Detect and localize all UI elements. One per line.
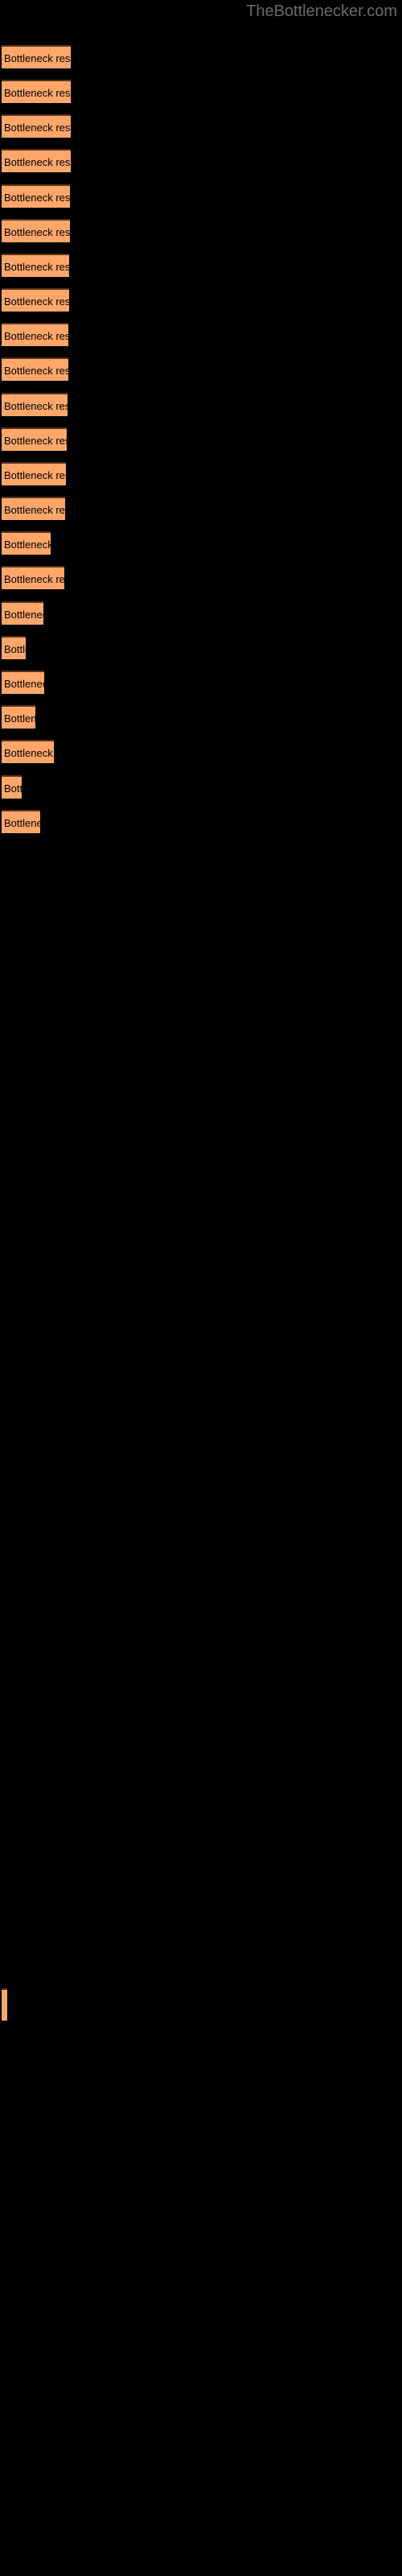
bar-row: Bottleneck result [0,775,402,799]
bar-label: Bottleneck result [4,504,65,516]
bar-bottleneck-result: Bottleneck result [2,810,40,833]
bar-row: Bottleneck result [0,705,402,729]
bar-bottleneck-result: Bottleneck result [2,219,70,242]
bar-label: Bottleneck result [4,573,64,585]
bar-bottleneck-result: Bottleneck result [2,462,66,485]
bar-row: Bottleneck result [0,427,402,451]
bar-bottleneck-result: Bottleneck result [2,288,69,312]
bar-bottleneck-result: Bottleneck result [2,636,26,659]
bar-row: Bottleneck result [0,810,402,833]
bar-row: Bottleneck result [0,462,402,485]
bar-bottleneck-result: Bottleneck result [2,705,35,729]
bar-row: Bottleneck result [0,219,402,242]
bar-bottleneck-result: Bottleneck result [2,114,71,138]
bar-label: Bottleneck result [4,539,51,551]
bar-row: Bottleneck result [0,149,402,172]
bar-bottleneck-result: Bottleneck result [2,566,64,589]
bar-row: Bottleneck result [0,254,402,277]
bar-bottleneck-result: Bottleneck result [2,184,70,208]
bar-label: Bottleneck result [4,295,69,308]
bar-bottleneck-result: Bottleneck result [2,671,44,694]
bar-bottleneck-result: Bottleneck result [2,323,68,346]
plot-area: Bottleneck result Bottleneck result Bottle… [0,0,402,2576]
bar-row: Bottleneck result [0,566,402,589]
bar-bottleneck-result: Bottleneck result [2,393,68,416]
bar-bottleneck-result: Bottleneck result [2,45,71,68]
bar-row: Bottleneck result [0,357,402,381]
bar-bottleneck-result: Bottleneck result [2,80,71,103]
bar-row: Bottleneck result [0,671,402,694]
bar-label: Bottleneck result [4,747,54,759]
bar-label: Bottleneck result [4,156,71,168]
bar-bottleneck-result: Bottleneck result [2,149,71,172]
bar-label: Bottleneck result [4,817,40,829]
bar-label: Bottleneck result [4,609,43,621]
bar-row: Bottleneck result [0,45,402,68]
bar-label: Bottleneck result [4,87,71,99]
bar-row: Bottleneck result [0,323,402,346]
bar-label: Bottleneck result [4,678,44,690]
bar-row: Bottleneck result [0,288,402,312]
bar-bottleneck-result: Bottleneck result [2,601,43,625]
bar-row: Bottleneck result [0,531,402,555]
bar-label: Bottleneck result [4,782,22,795]
bar-row: Bottleneck result [0,601,402,625]
bar-label: Bottleneck result [4,330,68,342]
bar-row: Bottleneck result [0,636,402,659]
bar-label: Bottleneck result [4,712,35,724]
bar-residual [2,1988,7,2021]
bar-label: Bottleneck result [4,122,71,134]
bar-label: Bottleneck result [4,435,67,447]
bar-bottleneck-result: Bottleneck result [2,357,68,381]
bar-bottleneck-result: Bottleneck result [2,254,69,277]
bar-bottleneck-result: Bottleneck result [2,497,65,520]
bar-row-residual [0,1988,402,2021]
chart-root: TheBottlenecker.com Bottleneck resultBot… [0,0,402,2576]
bar-row: Bottleneck result [0,740,402,763]
bar-label: Bottleneck result [4,52,71,64]
bar-label: Bottleneck result [4,261,69,273]
bar-bottleneck-result: Bottleneck result [2,531,51,555]
bar-row: Bottleneck result [0,393,402,416]
bar-bottleneck-result: Bottleneck result [2,775,22,799]
bar-label: Bottleneck result [4,469,66,481]
bar-row: Bottleneck result [0,497,402,520]
bar-label: Bottleneck result [4,192,70,204]
bar-label: Bottleneck result [4,365,68,377]
bar-row: Bottleneck result [0,184,402,208]
bar-label: Bottleneck result [4,400,68,412]
bar-bottleneck-result: Bottleneck result [2,427,67,451]
bar-label: Bottleneck result [4,226,70,238]
bar-label: Bottleneck result [4,643,26,655]
bar-row: Bottleneck result [0,114,402,138]
bar-bottleneck-result: Bottleneck result [2,740,54,763]
bar-row: Bottleneck result [0,80,402,103]
